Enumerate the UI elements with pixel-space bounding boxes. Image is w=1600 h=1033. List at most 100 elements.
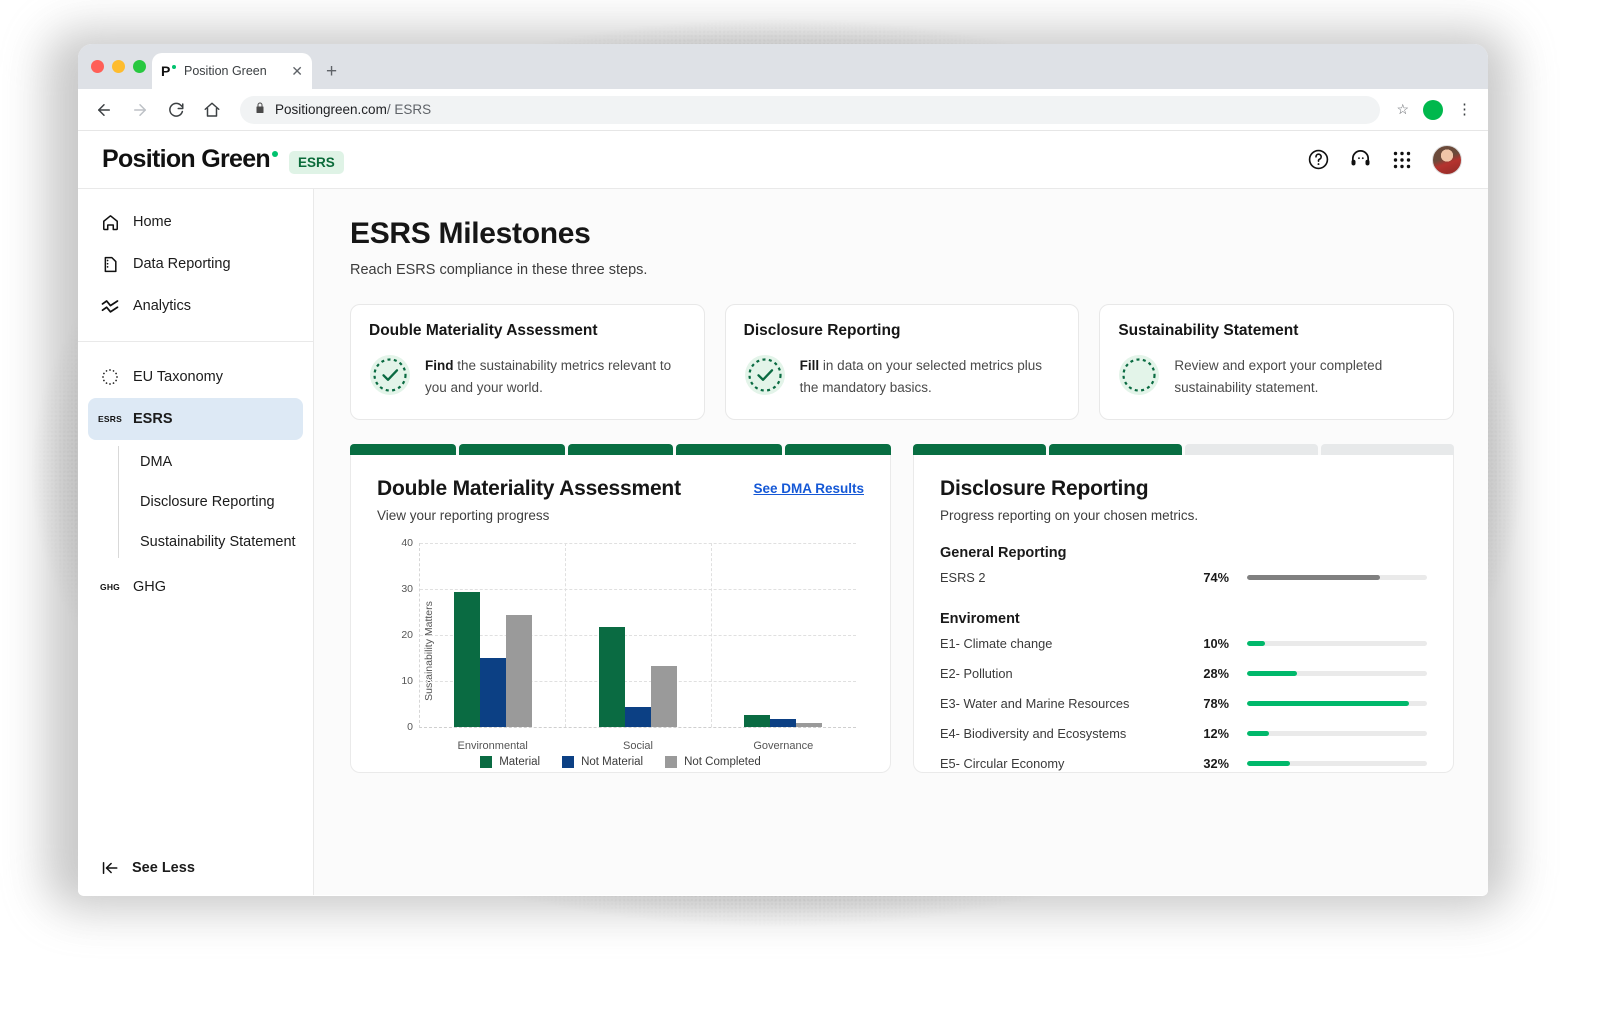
disclosure-metric-row[interactable]: E2- Pollution 28% [940,660,1427,687]
sidebar-primary-nav: Home Data Reporting Analytics [78,201,313,327]
app-header-actions [1306,144,1462,175]
close-window-icon[interactable] [91,60,104,73]
milestone-text: Find the sustainability metrics relevant… [425,354,686,399]
forward-icon[interactable] [130,100,150,120]
reload-icon[interactable] [166,100,186,120]
progress-segment [458,443,565,455]
disclosure-panel-title: Disclosure Reporting [940,476,1149,500]
browser-profile-avatar[interactable] [1423,99,1443,120]
sidebar-item-eu-taxonomy[interactable]: EU Taxonomy [88,356,303,398]
bookmark-star-icon[interactable]: ☆ [1396,101,1409,118]
sidebar-subitem-disclosure-reporting[interactable]: Disclosure Reporting [140,482,303,522]
disclosure-metric-row[interactable]: ESRS 2 74% [940,564,1427,591]
milestone-lead: Fill [799,358,820,373]
browser-tab-strip: P Position Green ✕ + [78,44,1488,89]
new-tab-button[interactable]: + [326,62,337,81]
disclosure-metric-label: E4- Biodiversity and Ecosystems [940,725,1127,741]
collapse-sidebar-icon [100,858,120,878]
main-content: ESRS Milestones Reach ESRS compliance in… [314,189,1488,895]
address-bar[interactable]: Positiongreen.com/ ESRS [240,95,1381,124]
disclosure-metric-row[interactable]: E5- Circular Economy 32% [940,750,1427,772]
browser-menu-icon[interactable]: ⋮ [1457,102,1472,117]
close-tab-icon[interactable]: ✕ [291,64,303,78]
disclosure-metric-label: E1- Climate change [940,635,1053,651]
dma-panel-title: Double Materiality Assessment [377,476,681,500]
disclosure-metric-percent: 10% [1203,635,1229,651]
chart-legend-item: Not Completed [665,755,761,768]
dma-bar-chart: Sustainability Matters 0 10 20 30 40 Environm… [377,537,864,768]
progress-segment [1049,443,1182,455]
progress-segment [913,443,1046,455]
disclosure-panel-subtitle: Progress reporting on your chosen metric… [940,507,1199,523]
milestone-lead: Find [425,358,454,373]
back-icon[interactable] [94,100,114,120]
disclosure-progress-fill [1247,760,1291,766]
dma-panel-header: Double Materiality Assessment View your … [377,477,864,523]
disclosure-metric-row[interactable]: E4- Biodiversity and Ecosystems 12% [940,720,1427,747]
esrs-text-icon: ESRS [98,414,122,424]
sidebar-item-analytics[interactable]: Analytics [88,285,303,327]
see-less-button[interactable]: See Less [78,841,313,895]
url-host: Positiongreen.com [275,102,387,117]
chart-y-tick: 10 [401,674,413,687]
disclosure-progress-track [1247,670,1427,676]
chart-bar-group: Environmental [420,543,565,752]
brand-logo[interactable]: Position Green ESRS [102,145,344,174]
progress-segment [1321,443,1454,455]
apps-grid-icon[interactable] [1390,148,1414,172]
minimize-window-icon[interactable] [112,60,125,73]
sidebar-item-ghg[interactable]: GHG GHG [88,566,303,608]
milestone-card-sustainability-statement[interactable]: Sustainability Statement Review and expo… [1099,304,1455,420]
maximize-window-icon[interactable] [133,60,146,73]
sidebar-item-esrs[interactable]: ESRS ESRS [88,398,303,440]
help-icon[interactable] [1306,148,1330,172]
disclosure-metric-percent: 78% [1203,695,1229,711]
disclosure-metric-percent: 12% [1203,725,1229,741]
disclosure-metric-percent: 32% [1203,755,1229,771]
brand-name-text: Position Green [102,145,271,173]
milestone-rest: the sustainability metrics relevant to y… [425,358,672,395]
disclosure-metric-row[interactable]: E3- Water and Marine Resources 78% [940,690,1427,717]
chart-legend-item: Material [480,755,540,768]
browser-window: P Position Green ✕ + Positiongreen.com/ … [78,44,1488,896]
chart-bar [796,722,823,727]
milestone-body: Fill in data on your selected metrics pl… [744,354,1061,399]
milestone-text: Review and export your completed sustain… [1174,354,1435,399]
browser-tab[interactable]: P Position Green ✕ [152,53,312,89]
milestone-card-dma[interactable]: Double Materiality Assessment Find the s… [350,304,705,420]
brand-name: Position Green [102,145,279,174]
sidebar-subitem-sustainability-statement[interactable]: Sustainability Statement [140,522,303,562]
sidebar-subitem-dma[interactable]: DMA [140,442,303,482]
support-headset-icon[interactable] [1348,148,1372,172]
dma-panel-wrap: Double Materiality Assessment View your … [350,443,891,773]
progress-segment [676,443,783,455]
sidebar-item-label: EU Taxonomy [133,369,223,385]
disclosure-metric-row[interactable]: E1- Climate change 10% [940,630,1427,657]
chart-bar [505,615,532,727]
sidebar-item-label: Data Reporting [133,256,231,272]
sidebar-item-home[interactable]: Home [88,201,303,243]
disclosure-metric-label: E3- Water and Marine Resources [940,695,1130,711]
chart-bar [650,666,677,727]
milestone-body: Find the sustainability metrics relevant… [369,354,686,399]
chart-x-tick: Social [623,739,653,752]
sidebar-modules-nav: EU Taxonomy ESRS ESRS DMA Disclosure Rep… [78,356,313,608]
window-traffic-lights[interactable] [91,60,146,73]
eu-stars-icon [100,367,120,387]
avatar[interactable] [1432,144,1462,175]
chart-legend-swatch [562,755,575,768]
chart-bar [744,714,771,727]
sidebar-item-data-reporting[interactable]: Data Reporting [88,243,303,285]
chart-legend-label: Not Material [581,755,644,768]
sidebar-subnav-esrs: DMA Disclosure Reporting Sustainability … [118,442,303,562]
milestone-card-disclosure-reporting[interactable]: Disclosure Reporting Fill in data on you… [724,304,1080,420]
disclosure-metric-label: E5- Circular Economy [940,755,1065,771]
chart-y-tick: 0 [407,720,413,733]
ghg-text-icon: GHG [100,582,120,592]
chart-bar [479,657,506,727]
disclosure-progress-track [1247,574,1427,580]
home-icon[interactable] [202,100,222,120]
see-dma-results-link[interactable]: See DMA Results [753,477,864,496]
home-icon [100,212,120,232]
